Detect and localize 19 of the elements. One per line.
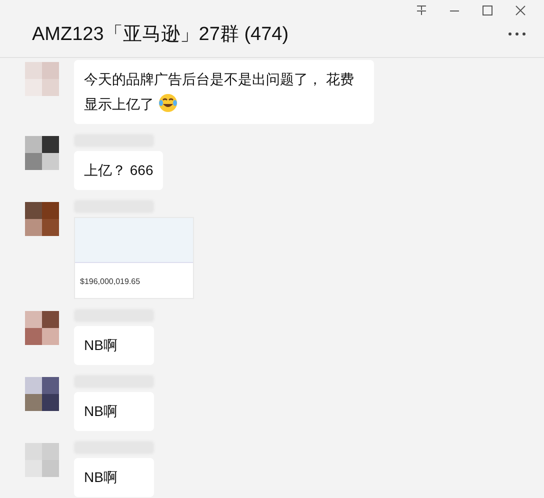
avatar (25, 311, 59, 345)
message-bubble: NB啊 (74, 458, 154, 497)
screenshot-message[interactable]: $196,000,019.65 (74, 217, 194, 299)
avatar (25, 136, 59, 170)
message-bubble: 上亿？ 666 (74, 151, 164, 190)
maximize-icon[interactable] (482, 5, 493, 16)
message-bubble: 今天的品牌广告后台是不是出问题了， 花费显示上亿了 (74, 60, 374, 124)
pin-icon[interactable] (416, 5, 427, 16)
chat-title: AMZ123「亚马逊」27群 (474) (32, 23, 289, 47)
close-icon[interactable] (515, 5, 526, 16)
laughing-emoji-icon (158, 93, 178, 113)
avatar (25, 377, 59, 411)
avatar (25, 62, 59, 96)
avatar (25, 202, 59, 236)
message-bubble: NB啊 (74, 326, 154, 365)
spend-amount: $196,000,019.65 (79, 276, 142, 286)
message-bubble: NB啊 (74, 392, 154, 431)
avatar (25, 443, 59, 477)
more-icon[interactable] (508, 32, 526, 36)
